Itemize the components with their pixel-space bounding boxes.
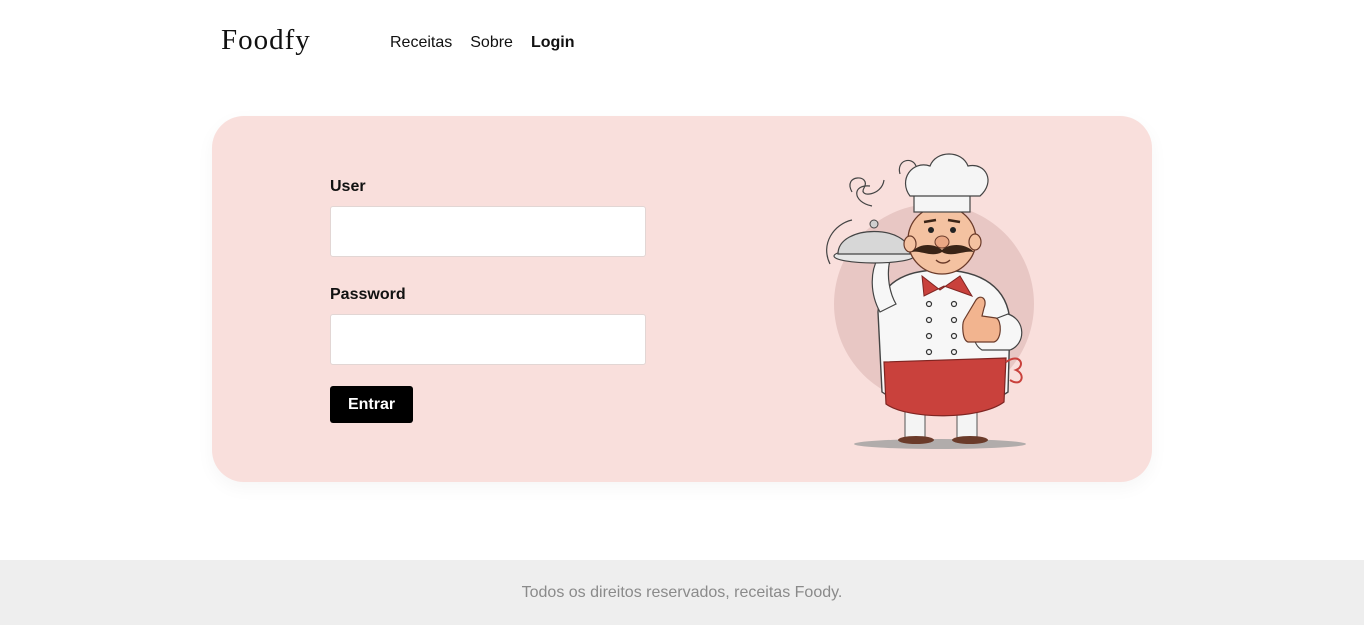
- password-input[interactable]: [330, 314, 646, 365]
- chef-hat: [904, 153, 989, 197]
- footer-text: Todos os direitos reservados, receitas F…: [521, 584, 843, 601]
- chef-hat-band: [913, 193, 971, 213]
- password-field-group: Password: [330, 286, 646, 365]
- logo[interactable]: Foodfy: [221, 24, 311, 57]
- user-input[interactable]: [330, 206, 646, 257]
- chef-illustration-icon: [826, 153, 1034, 449]
- site-footer: Todos os direitos reservados, receitas F…: [0, 560, 1364, 625]
- login-card: User Password Entrar: [212, 116, 1152, 482]
- login-form: User Password Entrar: [330, 178, 646, 423]
- nav-link-sobre[interactable]: Sobre: [470, 34, 513, 52]
- password-label: Password: [330, 286, 406, 303]
- submit-button[interactable]: Entrar: [330, 386, 413, 423]
- nav-link-receitas[interactable]: Receitas: [390, 34, 452, 52]
- user-label: User: [330, 178, 366, 195]
- nav-link-login[interactable]: Login: [531, 34, 575, 52]
- chef-shadow: [854, 439, 1026, 449]
- main-nav: Receitas Sobre Login: [390, 34, 575, 52]
- user-field-group: User: [330, 178, 646, 257]
- site-header: Foodfy Receitas Sobre Login: [0, 0, 1364, 90]
